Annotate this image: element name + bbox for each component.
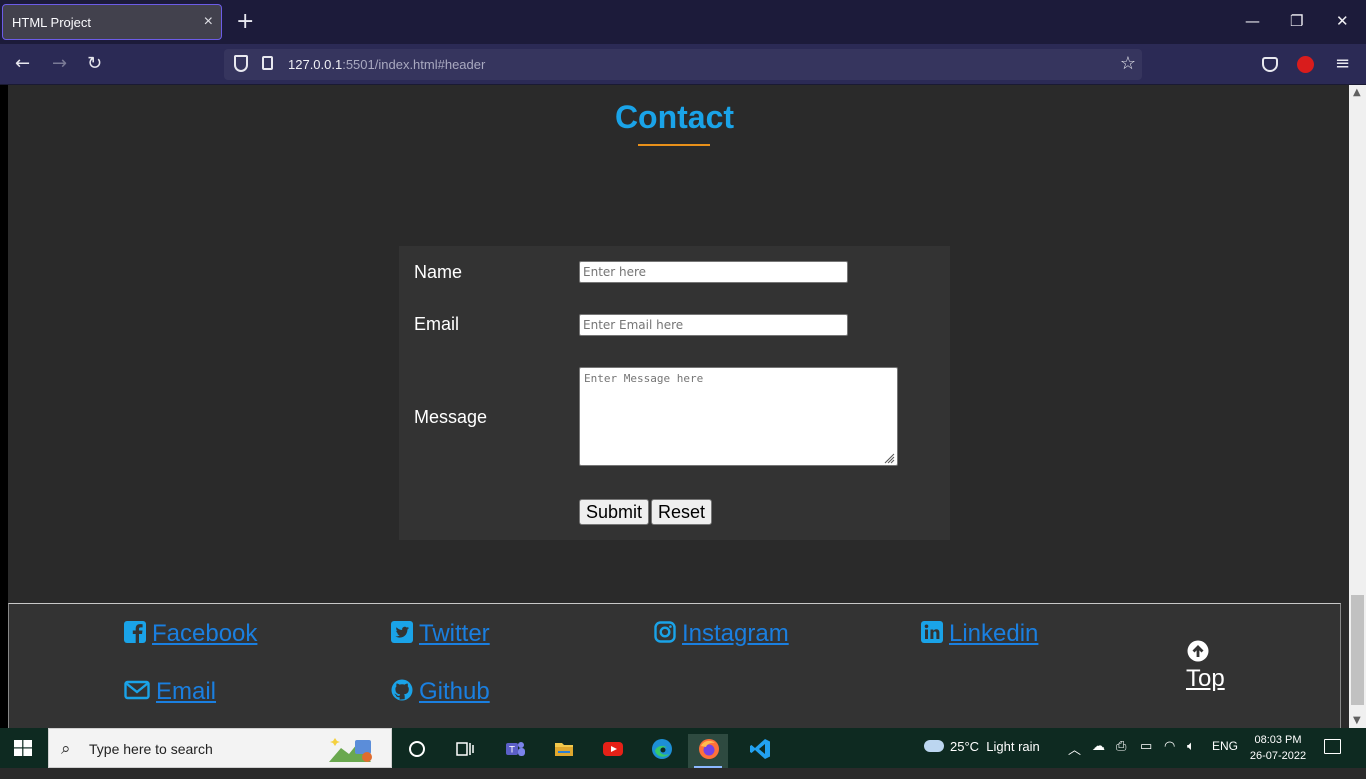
facebook-icon	[124, 621, 146, 643]
language-indicator[interactable]: ENG	[1212, 739, 1238, 753]
page-viewport: Contact Name Email Message Submit Reset …	[0, 85, 1349, 728]
scrollbar-thumb[interactable]	[1351, 595, 1364, 705]
twitter-label: Twitter	[419, 620, 490, 647]
linkedin-icon	[921, 621, 943, 643]
reload-button[interactable]: ↻	[87, 53, 102, 74]
page-scrollbar[interactable]: ▲ ▼	[1349, 85, 1366, 728]
youtube-app-button[interactable]	[592, 734, 632, 768]
arrow-up-circle-icon	[1187, 640, 1209, 662]
weather-widget[interactable]: 25°C Light rain	[924, 739, 1040, 779]
reset-button[interactable]: Reset	[651, 499, 713, 525]
task-view-icon	[456, 742, 474, 756]
rain-cloud-icon	[924, 740, 944, 752]
url-text[interactable]: 127.0.0.1:5501/index.html#header	[288, 57, 485, 72]
contact-form: Name Email Message Submit Reset	[399, 246, 950, 540]
page-left-edge	[0, 85, 8, 728]
address-bar[interactable]: 127.0.0.1:5501/index.html#header ☆	[224, 49, 1142, 80]
email-link[interactable]: Email	[124, 678, 216, 706]
cortana-icon	[409, 741, 425, 757]
message-textarea[interactable]	[579, 367, 898, 466]
bookmark-star-icon[interactable]: ☆	[1120, 53, 1136, 74]
volume-icon[interactable]: 🔈︎	[1187, 739, 1195, 754]
name-input[interactable]	[579, 261, 848, 283]
github-link[interactable]: Github	[391, 678, 490, 706]
linkedin-label: Linkedin	[949, 620, 1039, 647]
url-host: 127.0.0.1	[288, 57, 343, 72]
twitter-link[interactable]: Twitter	[391, 620, 490, 648]
pocket-icon[interactable]	[1262, 57, 1278, 72]
linkedin-link[interactable]: Linkedin	[921, 620, 1038, 648]
forward-button[interactable]: →	[52, 53, 67, 74]
windows-taskbar: ⌕ Type here to search T 25°C Light rain …	[0, 728, 1366, 768]
back-to-top-link[interactable]: Top	[1186, 640, 1225, 693]
envelope-icon	[124, 680, 150, 700]
submit-button[interactable]: Submit	[579, 499, 650, 525]
taskbar-clock[interactable]: 08:03 PM 26-07-2022	[1244, 732, 1312, 764]
weather-desc: Light rain	[986, 739, 1040, 754]
edge-browser-button[interactable]	[641, 734, 681, 768]
onedrive-icon[interactable]: ☁	[1092, 739, 1105, 754]
weather-temp: 25°C	[950, 739, 980, 754]
email-label: Email	[414, 314, 460, 334]
clock-time: 08:03 PM	[1254, 734, 1302, 746]
browser-nav-bar: ← → ↻ 127.0.0.1:5501/index.html#header ☆…	[0, 44, 1366, 85]
menu-icon[interactable]: ≡	[1335, 53, 1350, 74]
github-label: Github	[419, 678, 490, 705]
twitter-icon	[391, 621, 413, 643]
svg-text:T: T	[508, 746, 515, 756]
instagram-icon	[654, 621, 676, 643]
taskbar-search-box[interactable]: ⌕ Type here to search	[48, 728, 392, 768]
scroll-down-arrow-icon[interactable]: ▼	[1353, 715, 1361, 726]
task-view-button[interactable]	[444, 734, 484, 768]
facebook-label: Facebook	[152, 620, 258, 647]
firefox-app-button[interactable]	[688, 734, 728, 768]
browser-tab-bar: HTML Project × + — ❐ ✕	[0, 0, 1366, 44]
footer: Facebook Twitter Instagram Linkedin Emai…	[8, 603, 1341, 728]
facebook-link[interactable]: Facebook	[124, 620, 257, 648]
file-explorer-button[interactable]	[543, 734, 583, 768]
battery-icon[interactable]: ▭	[1140, 739, 1152, 754]
ublock-icon[interactable]	[1297, 56, 1314, 73]
firefox-icon	[699, 739, 719, 759]
name-label: Name	[414, 262, 463, 282]
page-info-icon[interactable]	[262, 56, 273, 70]
chevron-up-icon[interactable]: ︿	[1068, 739, 1081, 758]
search-highlight-icon	[329, 738, 372, 762]
instagram-label: Instagram	[682, 620, 789, 647]
email-label-link: Email	[156, 678, 217, 705]
search-placeholder: Type here to search	[89, 741, 213, 757]
clock-date: 26-07-2022	[1249, 750, 1307, 762]
heading-underline	[638, 144, 710, 146]
top-label: Top	[1186, 665, 1225, 692]
url-path: :5501/index.html#header	[342, 57, 486, 72]
browser-tab[interactable]: HTML Project ×	[2, 4, 222, 40]
minimize-button[interactable]: —	[1245, 12, 1260, 30]
tab-title: HTML Project	[12, 15, 91, 30]
back-button[interactable]: ←	[15, 53, 30, 74]
folder-icon	[555, 743, 573, 756]
cortana-button[interactable]	[396, 734, 436, 768]
restore-button[interactable]: ❐	[1290, 12, 1303, 30]
wifi-icon[interactable]: ◠	[1164, 739, 1175, 754]
email-input[interactable]	[579, 314, 848, 336]
youtube-icon	[603, 742, 623, 756]
search-icon: ⌕	[61, 739, 71, 759]
windows-start-icon[interactable]	[14, 740, 32, 756]
teams-icon: T	[506, 742, 525, 756]
instagram-link[interactable]: Instagram	[654, 620, 789, 648]
edge-icon	[652, 739, 672, 759]
message-label: Message	[414, 407, 488, 427]
github-icon	[391, 679, 413, 701]
shield-icon[interactable]	[234, 55, 248, 72]
meet-now-icon[interactable]: ⎙	[1116, 739, 1126, 754]
tab-close-icon[interactable]: ×	[204, 13, 213, 31]
vscode-app-button[interactable]	[739, 734, 779, 768]
scroll-up-arrow-icon[interactable]: ▲	[1353, 87, 1361, 98]
close-window-button[interactable]: ✕	[1336, 12, 1349, 30]
new-tab-button[interactable]: +	[236, 9, 254, 34]
notification-center-icon[interactable]	[1324, 739, 1341, 754]
teams-app-button[interactable]: T	[494, 734, 534, 768]
contact-heading: Contact	[614, 99, 735, 135]
vscode-icon	[750, 739, 770, 759]
